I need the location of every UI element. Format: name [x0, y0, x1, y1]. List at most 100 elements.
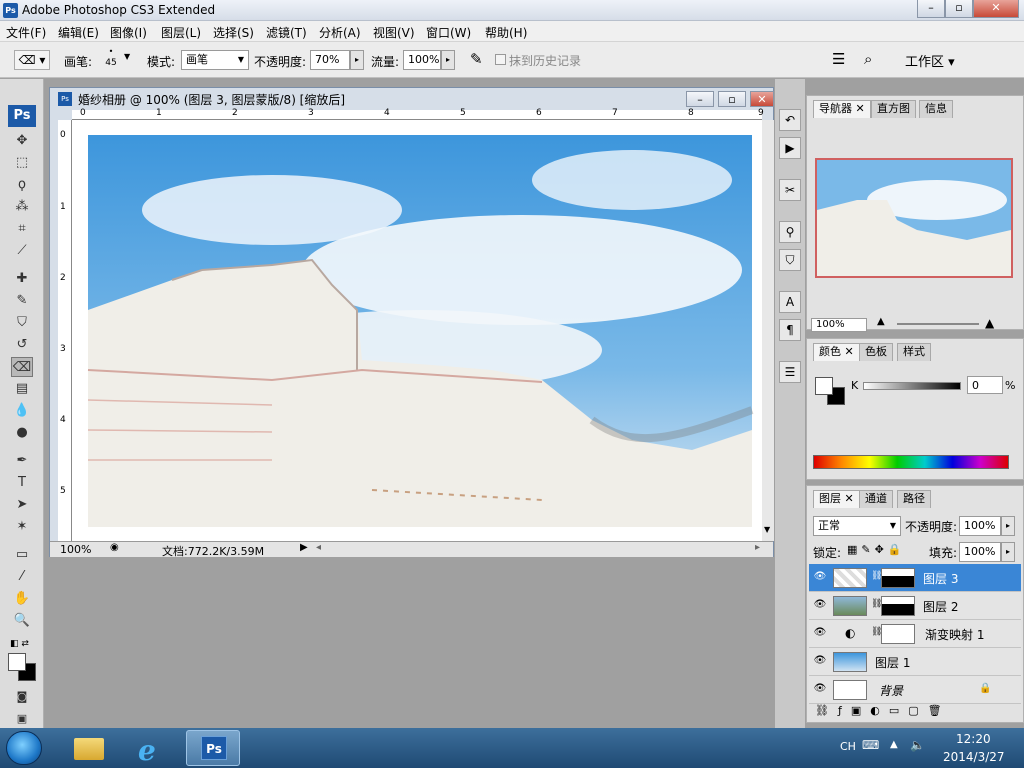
status-menu-icon[interactable]: ◉: [110, 542, 119, 553]
brush-picker[interactable]: • 45: [100, 46, 122, 72]
eye-icon[interactable]: 👁: [813, 683, 827, 697]
eye-icon[interactable]: 👁: [813, 627, 827, 641]
menu-analysis[interactable]: 分析(A): [319, 24, 361, 41]
notes-tool-icon[interactable]: ▭: [11, 545, 33, 565]
scroll-right-icon[interactable]: ▸: [755, 542, 760, 553]
volume-icon[interactable]: 🔈: [910, 738, 925, 752]
tab-histogram[interactable]: 直方图: [871, 100, 916, 118]
eyedropper-tool-icon[interactable]: ⁄: [11, 567, 33, 587]
tab-color[interactable]: 颜色 ✕: [813, 343, 860, 361]
menu-image[interactable]: 图像(I): [110, 24, 147, 41]
layer-mask-thumbnail[interactable]: [881, 624, 915, 644]
magic-wand-tool-icon[interactable]: ⁂: [11, 197, 33, 217]
quick-mask-icon[interactable]: ◙: [11, 687, 33, 707]
menu-edit[interactable]: 编辑(E): [58, 24, 99, 41]
tab-channels[interactable]: 通道: [859, 490, 893, 508]
vertical-scrollbar[interactable]: ▼: [762, 120, 774, 541]
menu-select[interactable]: 选择(S): [213, 24, 254, 41]
crop-tool-icon[interactable]: ⌗: [11, 219, 33, 239]
ie-taskbar-icon[interactable]: e: [124, 730, 178, 767]
layer-opacity-arrow[interactable]: ▸: [1001, 516, 1015, 536]
brushes-panel-icon[interactable]: ⚲: [779, 221, 801, 243]
clone-stamp-tool-icon[interactable]: ⛉: [11, 313, 33, 333]
scroll-left-icon[interactable]: ◂: [316, 542, 321, 553]
layer-mask-thumbnail[interactable]: [881, 596, 915, 616]
workspace-button[interactable]: 工作区 ▾: [905, 51, 955, 70]
zoom-tool-icon[interactable]: 🔍: [11, 611, 33, 631]
flow-input[interactable]: 100%: [403, 50, 441, 70]
close-button[interactable]: ✕: [973, 0, 1019, 18]
palette-well-icon[interactable]: ☰: [832, 50, 845, 68]
eye-icon[interactable]: 👁: [813, 571, 827, 585]
status-arrow-icon[interactable]: ▶: [300, 542, 308, 553]
zoom-in-icon[interactable]: ▲: [985, 316, 994, 330]
lock-options-icon[interactable]: ▦✎✥🔒: [847, 543, 906, 556]
zoom-slider[interactable]: [897, 323, 979, 325]
paragraph-panel-icon[interactable]: ¶: [779, 319, 801, 341]
doc-close-button[interactable]: ✕: [750, 91, 774, 107]
character-panel-icon[interactable]: A: [779, 291, 801, 313]
tab-swatches[interactable]: 色板: [859, 343, 893, 361]
k-slider[interactable]: [863, 382, 961, 390]
color-spectrum-bar[interactable]: [813, 455, 1009, 469]
menu-window[interactable]: 窗口(W): [426, 24, 471, 41]
layer-row[interactable]: 👁 ⛓ 图层 3: [809, 564, 1021, 592]
zoom-level[interactable]: 100%: [60, 543, 91, 556]
show-hidden-icons[interactable]: ▲: [890, 739, 898, 750]
gradient-tool-icon[interactable]: ▤: [11, 379, 33, 399]
doc-minimize-button[interactable]: –: [686, 91, 714, 107]
minimize-button[interactable]: –: [917, 0, 945, 18]
start-button[interactable]: [6, 731, 42, 765]
color-foreground-swatch[interactable]: [815, 377, 833, 395]
move-tool-icon[interactable]: ✥: [11, 131, 33, 151]
dodge-tool-icon[interactable]: ●: [11, 423, 33, 443]
explorer-taskbar-icon[interactable]: [62, 730, 116, 766]
doc-restore-button[interactable]: ▫: [718, 91, 746, 107]
hand-tool-icon[interactable]: ✋: [11, 589, 33, 609]
flow-slider-button[interactable]: ▸: [441, 50, 455, 70]
eraser-preset-icon[interactable]: ⌫ ▾: [14, 50, 50, 70]
tab-layers[interactable]: 图层 ✕: [813, 490, 860, 508]
opacity-slider-button[interactable]: ▸: [350, 50, 364, 70]
clock-time[interactable]: 12:20: [956, 732, 991, 746]
tab-navigator[interactable]: 导航器 ✕: [813, 100, 871, 118]
layers-footer-buttons[interactable]: ⛓ƒ▣◐▭▢🗑: [815, 704, 1015, 720]
eye-icon[interactable]: 👁: [813, 655, 827, 669]
foreground-color-swatch[interactable]: [8, 653, 26, 671]
maximize-button[interactable]: ▫: [945, 0, 973, 18]
erase-to-history-checkbox[interactable]: [495, 54, 506, 65]
lasso-tool-icon[interactable]: ϙ: [11, 175, 33, 195]
navigator-zoom-input[interactable]: 100%: [811, 318, 867, 332]
clone-source-icon[interactable]: ⛉: [779, 249, 801, 271]
blur-tool-icon[interactable]: 💧: [11, 401, 33, 421]
tool-presets-icon[interactable]: ✂: [779, 179, 801, 201]
k-value-input[interactable]: 0: [967, 376, 1003, 394]
menu-file[interactable]: 文件(F): [6, 24, 46, 41]
history-brush-tool-icon[interactable]: ↺: [11, 335, 33, 355]
menu-view[interactable]: 视图(V): [373, 24, 415, 41]
fill-arrow[interactable]: ▸: [1001, 542, 1015, 562]
keyboard-icon[interactable]: ⌨: [862, 738, 879, 752]
layer-row[interactable]: 👁 ⛓ 图层 2: [809, 592, 1021, 620]
photoshop-taskbar-icon[interactable]: Ps: [186, 730, 240, 766]
brush-dropdown-icon[interactable]: ▼: [124, 52, 130, 61]
canvas[interactable]: [72, 120, 762, 541]
layer-comps-icon[interactable]: ☰: [779, 361, 801, 383]
blend-mode-select[interactable]: 正常 ▼: [813, 516, 901, 536]
path-selection-tool-icon[interactable]: ➤: [11, 495, 33, 515]
tab-info[interactable]: 信息: [919, 100, 953, 118]
layer-opacity-input[interactable]: 100%: [959, 516, 1001, 536]
bridge-icon[interactable]: ⌕: [864, 50, 872, 68]
airbrush-icon[interactable]: ✎: [470, 50, 483, 68]
brush-tool-icon[interactable]: ✎: [11, 291, 33, 311]
healing-brush-tool-icon[interactable]: ✚: [11, 269, 33, 289]
marquee-tool-icon[interactable]: ⬚: [11, 153, 33, 173]
eraser-tool-icon[interactable]: ⌫: [11, 357, 33, 377]
default-colors-icon[interactable]: ◧ ⇄: [10, 639, 29, 649]
screen-mode-icon[interactable]: ▣: [11, 709, 33, 729]
scroll-down-icon[interactable]: ▼: [764, 525, 770, 534]
actions-panel-icon[interactable]: ▶: [779, 137, 801, 159]
type-tool-icon[interactable]: T: [11, 473, 33, 493]
menu-help[interactable]: 帮助(H): [485, 24, 527, 41]
custom-shape-tool-icon[interactable]: ✶: [11, 517, 33, 537]
